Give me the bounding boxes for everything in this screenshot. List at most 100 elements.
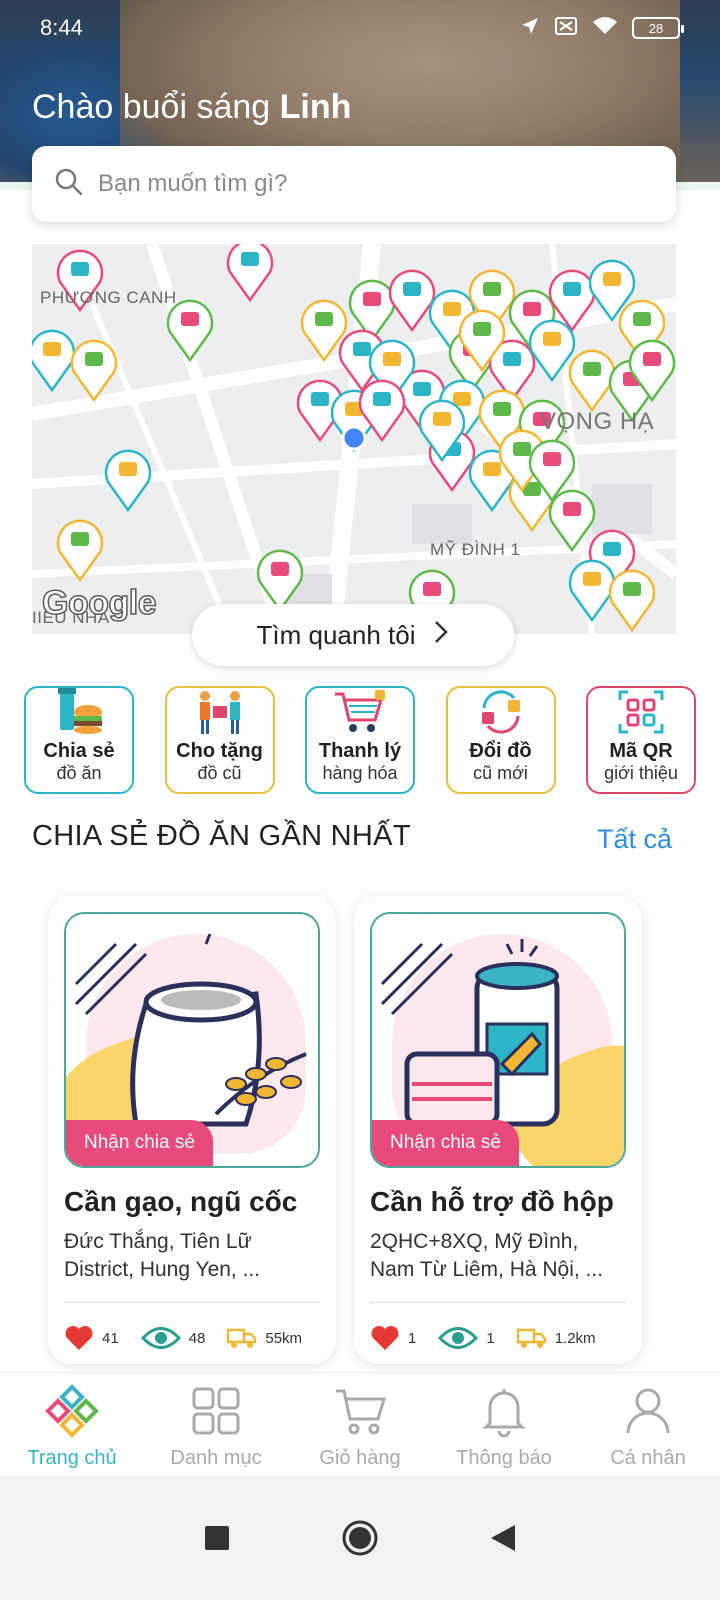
home-circle-icon[interactable] — [341, 1519, 379, 1557]
heart-icon[interactable] — [64, 1325, 94, 1351]
find-near-me-button[interactable]: Tìm quanh tôi — [192, 604, 514, 666]
card-badge: Nhận chia sẻ — [66, 1120, 213, 1166]
grid-icon — [192, 1387, 240, 1435]
user-icon — [626, 1388, 670, 1434]
battery-icon: 28 — [632, 17, 684, 39]
map-pin[interactable] — [226, 244, 274, 303]
gift-icon — [199, 691, 240, 734]
section-title: CHIA SẺ ĐỒ ĂN GẦN NHẤT — [32, 820, 411, 852]
nav-cart[interactable]: Giỏ hàng — [290, 1383, 430, 1470]
see-all-link[interactable]: Tất cả — [597, 824, 672, 855]
category-clearance[interactable]: Thanh lý hàng hóa — [305, 686, 415, 794]
views-count: 1 — [486, 1329, 495, 1347]
nav-label: Cá nhân — [610, 1447, 686, 1469]
greeting-name: Linh — [279, 88, 352, 126]
card-address: 2QHC+8XQ, Mỹ Đình, Nam Từ Liêm, Hà Nội, … — [370, 1230, 604, 1281]
map-pin[interactable] — [104, 449, 152, 513]
likes-count: 41 — [102, 1329, 119, 1347]
nav-label: Danh mục — [170, 1447, 262, 1469]
recents-square-icon[interactable] — [203, 1524, 231, 1552]
food-share-card[interactable]: Nhận chia sẻ Cần hỗ trợ đồ hộp 2QHC+8XQ,… — [354, 896, 642, 1364]
category-label: Đổi đồ — [469, 740, 532, 762]
nav-notifications[interactable]: Thông báo — [434, 1383, 574, 1470]
home-logo-icon — [45, 1384, 99, 1438]
card-badge: Nhận chia sẻ — [372, 1120, 519, 1166]
qr-code-icon — [618, 690, 664, 734]
views-count: 48 — [188, 1329, 206, 1347]
category-label: Thanh lý — [318, 740, 402, 762]
greeting: Chào buổi sáng Linh — [32, 88, 351, 127]
map-label: VỌNG HẠ — [540, 408, 655, 435]
nav-profile[interactable]: Cá nhân — [578, 1383, 718, 1470]
map-pin[interactable] — [166, 299, 214, 363]
status-time: 8:44 — [40, 15, 83, 40]
map-pin[interactable] — [568, 349, 616, 413]
category-food-share[interactable]: Chia sẻ đồ ăn — [24, 686, 134, 794]
nav-label: Thông báo — [456, 1447, 552, 1469]
wifi-icon — [592, 16, 618, 41]
search-input[interactable] — [98, 170, 618, 198]
map-pin[interactable] — [256, 549, 304, 613]
category-exchange[interactable]: Đổi đồ cũ mới — [445, 686, 556, 794]
category-sublabel: cũ mới — [473, 763, 528, 783]
exchange-icon — [481, 690, 520, 734]
card-stats: 41 48 55km — [64, 1325, 320, 1351]
map-pin[interactable] — [56, 519, 104, 583]
map-pin[interactable] — [70, 339, 118, 403]
map-label: MỸ ĐÌNH 1 — [430, 540, 521, 559]
truck-icon — [516, 1328, 546, 1348]
eye-icon — [140, 1327, 181, 1349]
bottom-navigation: Trang chủ Danh mục Giỏ hàng Thông báo Cá… — [0, 1372, 720, 1476]
category-label: Mã QR — [609, 740, 673, 762]
search-bar[interactable] — [32, 146, 676, 222]
map-view[interactable]: PHƯƠNG CANH VỌNG HẠ MỸ ĐÌNH 1 IIEU NHA G… — [32, 244, 676, 634]
category-give-away[interactable]: Cho tặng đồ cũ — [164, 686, 275, 794]
back-triangle-icon[interactable] — [489, 1523, 517, 1553]
search-icon — [54, 167, 84, 202]
status-bar: 8:44 28 — [0, 0, 720, 56]
cart-icon — [335, 690, 385, 732]
map-pin[interactable] — [32, 329, 76, 393]
category-sublabel: đồ cũ — [197, 763, 242, 783]
card-title: Cần gạo, ngũ cốc — [64, 1186, 298, 1217]
card-thumbnail: Nhận chia sẻ — [370, 912, 626, 1168]
google-logo: Google — [41, 583, 157, 623]
map-pin[interactable] — [388, 269, 436, 333]
distance: 55km — [265, 1329, 303, 1347]
map-pin[interactable] — [548, 489, 596, 553]
category-row: Chia sẻ đồ ăn Cho tặng đồ cũ Thanh lý hà… — [24, 686, 696, 796]
sim-off-icon — [554, 16, 578, 41]
map-pin[interactable] — [568, 559, 616, 623]
truck-icon — [227, 1328, 257, 1348]
category-qr-referral[interactable]: Mã QR giới thiệu — [586, 686, 696, 794]
category-label: Chia sẻ — [43, 740, 115, 762]
food-share-card[interactable]: Nhận chia sẻ Cần gạo, ngũ cốc Đức Thắng,… — [48, 896, 336, 1364]
greeting-prefix: Chào buổi sáng — [32, 88, 271, 126]
food-share-list: Nhận chia sẻ Cần gạo, ngũ cốc Đức Thắng,… — [48, 896, 648, 1366]
nav-label: Trang chủ — [27, 1447, 117, 1469]
nav-home[interactable]: Trang chủ — [2, 1383, 142, 1470]
card-thumbnail: Nhận chia sẻ — [64, 912, 320, 1168]
map-pin[interactable] — [608, 569, 656, 633]
category-label: Cho tặng — [176, 740, 263, 762]
category-sublabel: đồ ăn — [56, 763, 102, 783]
find-near-me-label: Tìm quanh tôi — [256, 619, 416, 650]
map-pin[interactable] — [528, 319, 576, 383]
bell-icon — [482, 1389, 526, 1438]
cart-icon — [336, 1389, 387, 1435]
map-label: PHƯƠNG CANH — [40, 288, 177, 307]
card-title: Cần hỗ trợ đồ hộp — [370, 1186, 614, 1217]
nav-categories[interactable]: Danh mục — [146, 1383, 286, 1470]
my-location-dot — [341, 425, 367, 451]
food-share-icon — [58, 688, 102, 734]
card-address: Đức Thắng, Tiên Lữ District, Hung Yen, .… — [64, 1230, 261, 1281]
category-sublabel: hàng hóa — [322, 763, 398, 783]
system-navigation-bar — [0, 1476, 720, 1600]
heart-icon[interactable] — [370, 1325, 400, 1351]
eye-icon — [438, 1327, 479, 1349]
likes-count: 1 — [408, 1329, 417, 1347]
category-sublabel: giới thiệu — [604, 763, 678, 783]
card-stats: 1 1 1.2km — [370, 1325, 626, 1351]
location-arrow-icon — [520, 16, 540, 41]
nav-label: Giỏ hàng — [319, 1447, 401, 1469]
